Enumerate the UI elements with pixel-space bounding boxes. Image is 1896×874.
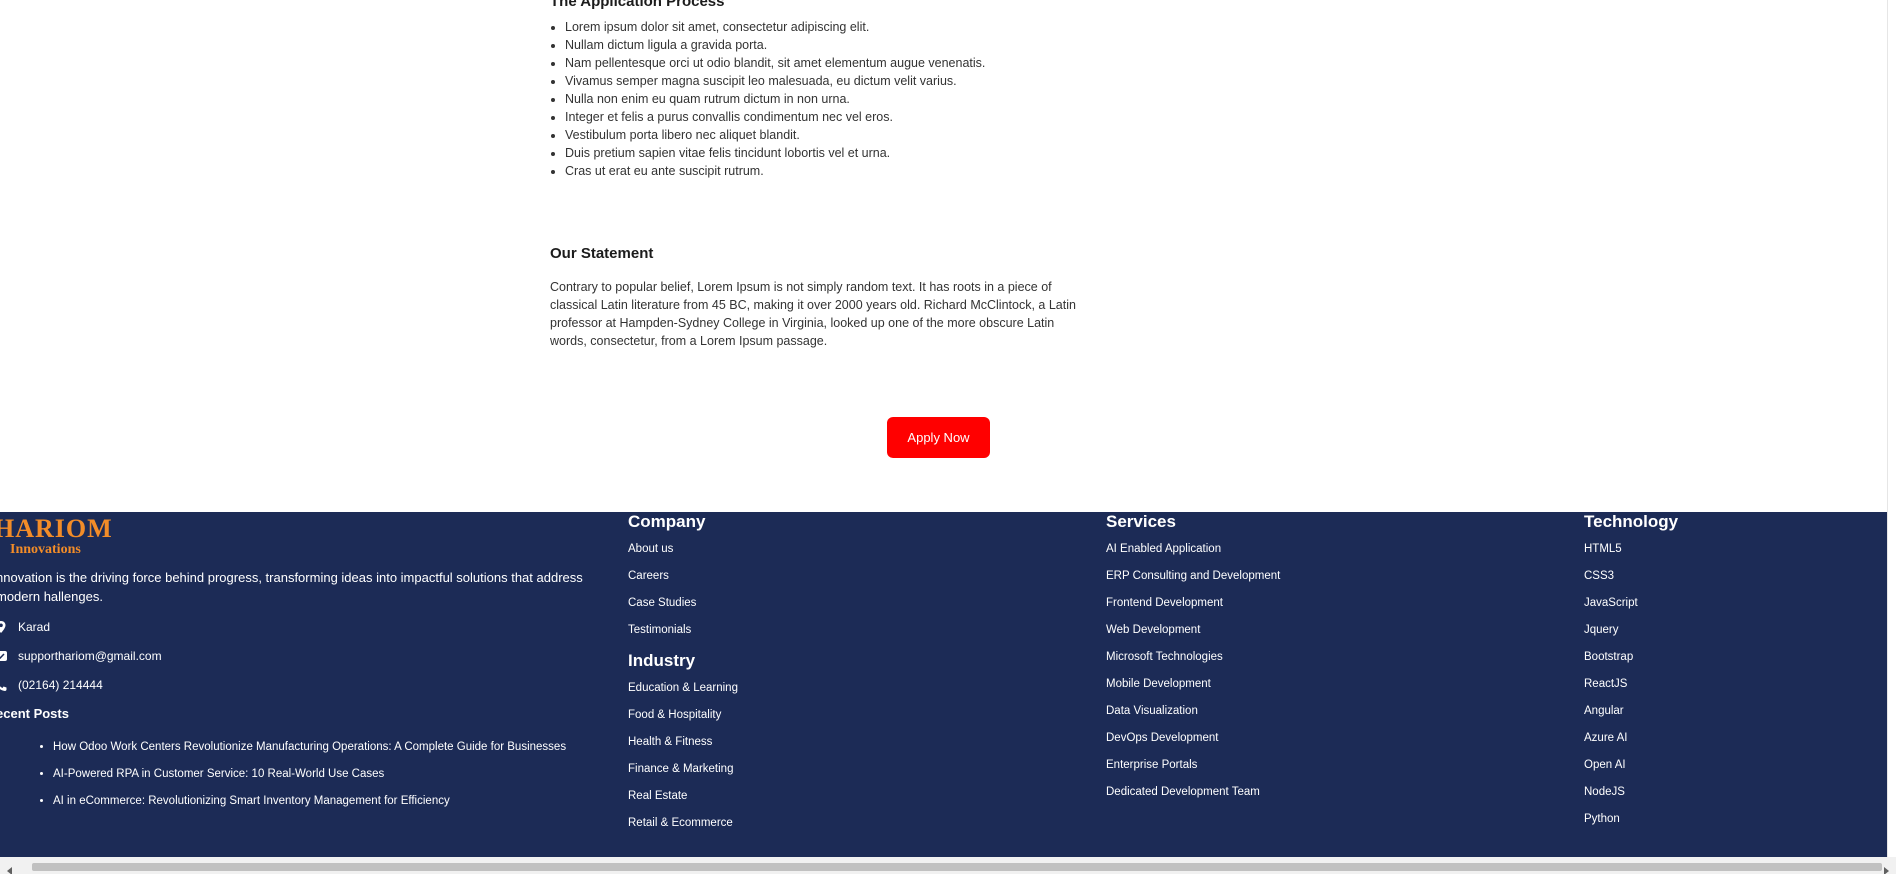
list-item: Nullam dictum ligula a gravida porta. — [565, 36, 1090, 54]
footer-link-dedicated-team[interactable]: Dedicated Development Team — [1106, 779, 1280, 806]
contact-phone[interactable]: (02164) 214444 — [0, 676, 294, 694]
footer-link-reactjs[interactable]: ReactJS — [1584, 671, 1638, 698]
footer-link-frontend[interactable]: Frontend Development — [1106, 590, 1280, 617]
list-item: Nam pellentesque orci ut odio blandit, s… — [565, 54, 1090, 72]
vertical-scroll-gutter[interactable] — [1887, 0, 1896, 857]
hariom-logo[interactable]: HARIOM Innovations — [0, 512, 114, 560]
list-item: Integer et felis a purus convallis condi… — [565, 108, 1090, 126]
footer-link-mobile[interactable]: Mobile Development — [1106, 671, 1280, 698]
list-item: Vestibulum porta libero nec aliquet blan… — [565, 126, 1090, 144]
services-links: AI Enabled Application ERP Consulting an… — [1106, 536, 1280, 806]
application-list: Lorem ipsum dolor sit amet, consectetur … — [550, 18, 1090, 180]
statement-title: Our Statement — [550, 245, 654, 262]
footer-link-careers[interactable]: Careers — [628, 563, 696, 590]
recent-post-link[interactable]: AI in eCommerce: Revolutionizing Smart I… — [53, 788, 566, 815]
list-item: Lorem ipsum dolor sit amet, consectetur … — [565, 18, 1090, 36]
scrollbar-thumb[interactable] — [32, 863, 1882, 871]
technology-links: HTML5 CSS3 JavaScript Jquery Bootstrap R… — [1584, 536, 1638, 833]
logo-text: HARIOM — [0, 514, 113, 543]
footer-link-testimonials[interactable]: Testimonials — [628, 617, 696, 644]
footer-link-javascript[interactable]: JavaScript — [1584, 590, 1638, 617]
email-text[interactable]: supporthariom@gmail.com — [18, 649, 162, 663]
footer-link-finance[interactable]: Finance & Marketing — [628, 756, 738, 783]
footer-link-food[interactable]: Food & Hospitality — [628, 702, 738, 729]
footer-link-case-studies[interactable]: Case Studies — [628, 590, 696, 617]
mail-icon — [0, 649, 8, 663]
industry-links: Education & Learning Food & Hospitality … — [628, 675, 738, 837]
footer-tagline: nnovation is the driving force behind pr… — [0, 570, 583, 604]
application-section: The Application Process Lorem ipsum dolo… — [550, 0, 1090, 180]
footer-link-open-ai[interactable]: Open AI — [1584, 752, 1638, 779]
footer-link-python[interactable]: Python — [1584, 806, 1638, 833]
footer-link-retail[interactable]: Retail & Ecommerce — [628, 810, 738, 837]
map-pin-icon — [0, 620, 8, 634]
industry-title: Industry — [628, 651, 696, 670]
application-title: The Application Process — [550, 0, 725, 10]
location-text: Karad — [18, 620, 51, 634]
footer-link-microsoft[interactable]: Microsoft Technologies — [1106, 644, 1280, 671]
logo-subtext: Innovations — [10, 542, 81, 557]
footer-link-angular[interactable]: Angular — [1584, 698, 1638, 725]
list-item: Cras ut erat eu ante suscipit rutrum. — [565, 162, 1090, 180]
footer-link-about-us[interactable]: About us — [628, 536, 696, 563]
footer-link-enterprise[interactable]: Enterprise Portals — [1106, 752, 1280, 779]
footer-link-css3[interactable]: CSS3 — [1584, 563, 1638, 590]
footer-link-real-estate[interactable]: Real Estate — [628, 783, 738, 810]
horizontal-scrollbar[interactable] — [0, 857, 1896, 874]
recent-posts-list: How Odoo Work Centers Revolutionize Manu… — [37, 734, 566, 815]
footer-link-education[interactable]: Education & Learning — [628, 675, 738, 702]
footer-link-devops[interactable]: DevOps Development — [1106, 725, 1280, 752]
footer-link-ai-enabled[interactable]: AI Enabled Application — [1106, 536, 1280, 563]
list-item: Duis pretium sapien vitae felis tincidun… — [565, 144, 1090, 162]
recent-post-link[interactable]: AI-Powered RPA in Customer Service: 10 R… — [53, 761, 566, 788]
company-links: About us Careers Case Studies Testimonia… — [628, 536, 696, 644]
footer-link-web-dev[interactable]: Web Development — [1106, 617, 1280, 644]
phone-text[interactable]: (02164) 214444 — [18, 678, 103, 692]
scroll-right-icon[interactable] — [1882, 862, 1890, 874]
recent-post-link[interactable]: How Odoo Work Centers Revolutionize Manu… — [53, 734, 566, 761]
footer-link-jquery[interactable]: Jquery — [1584, 617, 1638, 644]
scroll-left-icon[interactable] — [6, 862, 14, 874]
apply-now-button[interactable]: Apply Now — [887, 417, 990, 458]
footer-link-bootstrap[interactable]: Bootstrap — [1584, 644, 1638, 671]
technology-title: Technology — [1584, 512, 1679, 531]
footer-link-nodejs[interactable]: NodeJS — [1584, 779, 1638, 806]
contact-location: Karad — [0, 618, 294, 636]
main-content: The Application Process Lorem ipsum dolo… — [0, 0, 1896, 512]
footer-link-erp[interactable]: ERP Consulting and Development — [1106, 563, 1280, 590]
footer-link-azure-ai[interactable]: Azure AI — [1584, 725, 1638, 752]
site-footer: HARIOM Innovations nnovation is the driv… — [0, 512, 1887, 857]
contact-email[interactable]: supporthariom@gmail.com — [0, 647, 294, 665]
statement-text: Contrary to popular belief, Lorem Ipsum … — [550, 280, 1076, 348]
company-title: Company — [628, 512, 706, 531]
footer-link-data-viz[interactable]: Data Visualization — [1106, 698, 1280, 725]
recent-posts-title: ecent Posts — [0, 706, 69, 721]
footer-link-health[interactable]: Health & Fitness — [628, 729, 738, 756]
footer-link-html5[interactable]: HTML5 — [1584, 536, 1638, 563]
list-item: Nulla non enim eu quam rutrum dictum in … — [565, 90, 1090, 108]
list-item: Vivamus semper magna suscipit leo malesu… — [565, 72, 1090, 90]
services-title: Services — [1106, 512, 1176, 531]
phone-icon — [0, 678, 8, 692]
